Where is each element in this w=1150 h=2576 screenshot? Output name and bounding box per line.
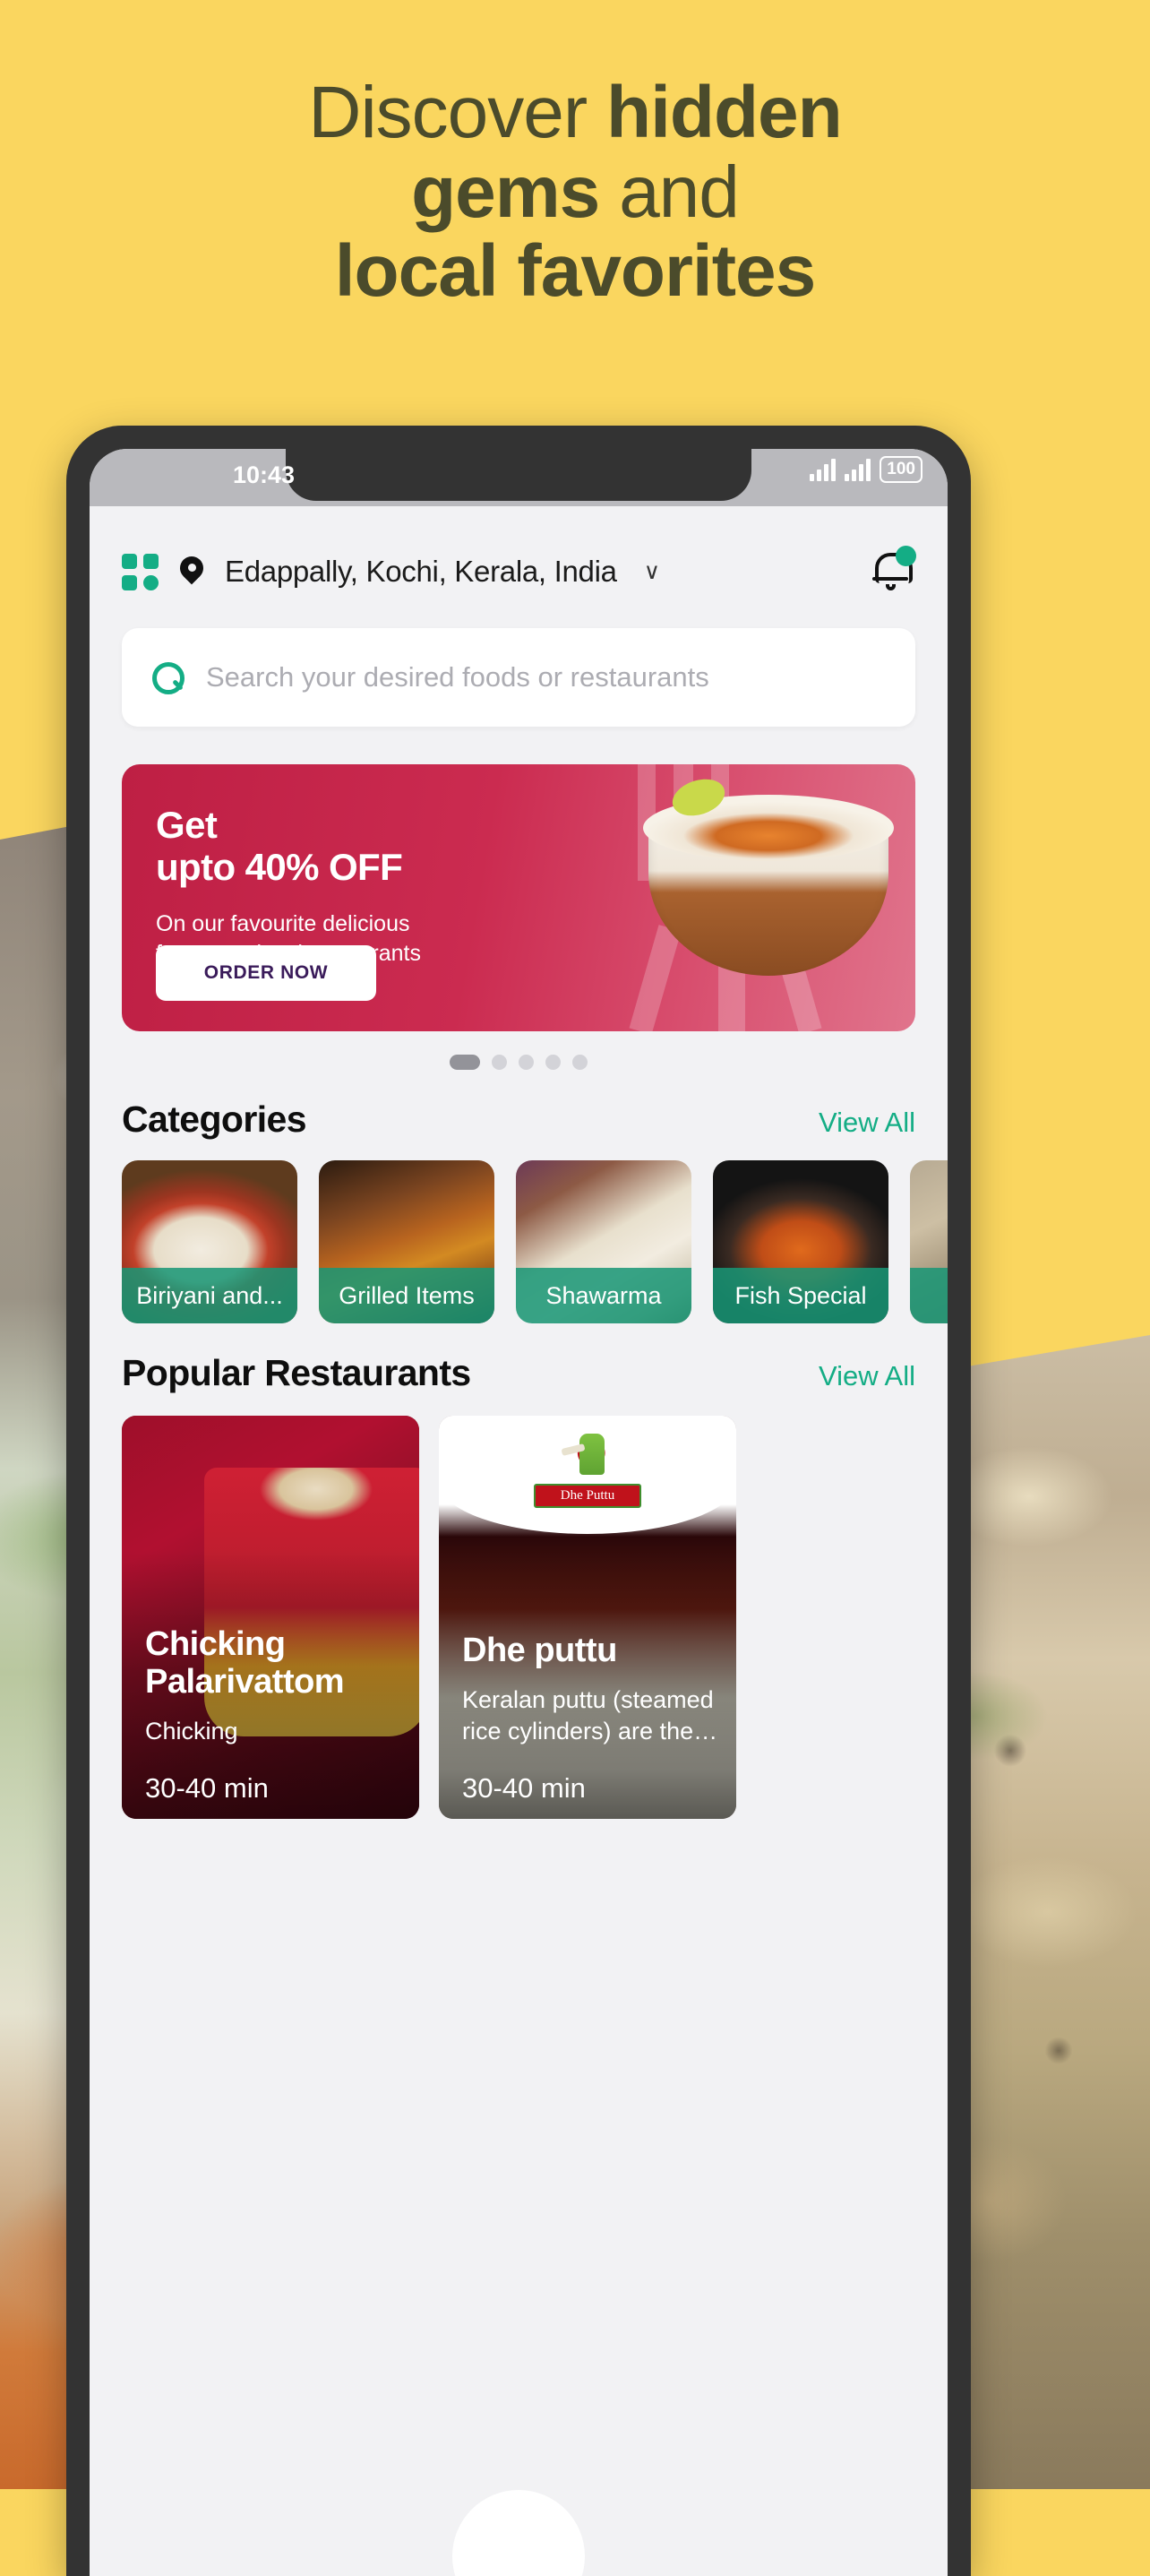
headline-line-1-regular: Discover — [308, 72, 606, 153]
status-bar-time: 10:43 — [233, 461, 296, 488]
restaurant-card[interactable]: Chicking Palarivattom Chicking 30-40 min — [122, 1416, 419, 1819]
restaurants-title: Popular Restaurants — [122, 1352, 471, 1393]
search-input[interactable]: Search your desired foods or restaurants — [206, 661, 709, 694]
phone-notch — [286, 449, 751, 501]
category-card[interactable]: Grilled Items — [319, 1160, 494, 1323]
carousel-dots[interactable] — [90, 1055, 948, 1070]
category-card[interactable]: Biriyani and... — [122, 1160, 297, 1323]
notification-badge-dot — [896, 546, 916, 566]
dhe-puttu-logo: Dhe Puttu — [534, 1428, 641, 1508]
phone-mockup: 10:43 100 Edappally, Kochi, Kerala, Indi… — [66, 426, 1084, 2576]
promo-headline: Discover hidden gems and local favorites — [0, 73, 1150, 312]
headline-line-2-regular: and — [599, 151, 740, 233]
restaurants-list[interactable]: Chicking Palarivattom Chicking 30-40 min… — [90, 1416, 948, 1819]
location-label[interactable]: Edappally, Kochi, Kerala, India — [225, 555, 617, 589]
category-label: Biriyani and... — [122, 1268, 297, 1323]
restaurant-delivery-time: 30-40 min — [462, 1772, 586, 1804]
restaurant-name: Chicking Palarivattom — [145, 1624, 345, 1702]
categories-title: Categories — [122, 1098, 307, 1140]
banner-title-line-2: upto 40% OFF — [156, 846, 403, 889]
headline-line-1: Discover hidden — [0, 73, 1150, 153]
notification-button[interactable] — [867, 546, 916, 596]
restaurant-description: Chicking — [145, 1717, 238, 1745]
carousel-dot[interactable] — [545, 1055, 561, 1070]
status-bar: 10:43 100 — [90, 449, 948, 506]
categories-list[interactable]: Biriyani and... Grilled Items Shawarma F… — [90, 1160, 948, 1323]
restaurant-delivery-time: 30-40 min — [145, 1772, 269, 1804]
headline-line-2: gems and — [0, 151, 1150, 233]
category-label: Grilled Items — [319, 1268, 494, 1323]
carousel-dot[interactable] — [492, 1055, 507, 1070]
banner-text-block: Get upto 40% OFF On our favourite delici… — [156, 804, 421, 969]
chevron-down-icon[interactable]: ∨ — [644, 558, 660, 585]
restaurant-description: Keralan puttu (steamed rice cylinders) a… — [462, 1685, 714, 1745]
location-pin-icon — [180, 556, 203, 587]
restaurant-text-block: Chicking Palarivattom Chicking — [145, 1625, 403, 1747]
search-bar[interactable]: Search your desired foods or restaurants — [122, 628, 915, 727]
signal-bars-icon-secondary — [845, 458, 871, 481]
banner-subtitle-line-1: On our favourite delicious — [156, 911, 410, 937]
status-bar-indicators: 100 — [810, 456, 923, 483]
category-label: Start — [910, 1268, 948, 1323]
restaurant-text-block: Dhe puttu Keralan puttu (steamed rice cy… — [462, 1632, 720, 1747]
restaurant-logo-text: Dhe Puttu — [534, 1484, 641, 1508]
signal-bars-icon — [810, 458, 837, 481]
category-card[interactable]: Fish Special — [713, 1160, 888, 1323]
categories-section-header: Categories View All — [90, 1070, 948, 1160]
headline-line-1-bold: hidden — [605, 72, 843, 153]
restaurants-section-header: Popular Restaurants View All — [90, 1323, 948, 1414]
headline-line-3-bold: local favorites — [334, 230, 816, 313]
banner-title-line-1: Get — [156, 804, 218, 846]
category-label: Shawarma — [516, 1268, 691, 1323]
carousel-dot[interactable] — [519, 1055, 534, 1070]
order-now-button[interactable]: ORDER NOW — [156, 945, 376, 1001]
category-card[interactable]: Shawarma — [516, 1160, 691, 1323]
restaurants-view-all-link[interactable]: View All — [819, 1360, 915, 1392]
grid-menu-icon[interactable] — [122, 553, 159, 590]
carousel-dot[interactable] — [572, 1055, 588, 1070]
category-card[interactable]: Start — [910, 1160, 948, 1323]
carousel-dot-active[interactable] — [450, 1055, 480, 1070]
categories-view-all-link[interactable]: View All — [819, 1107, 915, 1139]
phone-screen: 10:43 100 Edappally, Kochi, Kerala, Indi… — [90, 449, 948, 2576]
category-label: Fish Special — [713, 1268, 888, 1323]
chef-mascot-icon — [556, 1428, 619, 1482]
home-indicator — [452, 2490, 585, 2576]
restaurant-card[interactable]: Dhe Puttu Dhe puttu Keralan puttu (steam… — [439, 1416, 736, 1819]
restaurant-name: Dhe puttu — [462, 1632, 617, 1670]
headline-line-2-bold: gems — [411, 151, 600, 233]
promo-banner[interactable]: Get upto 40% OFF On our favourite delici… — [122, 764, 915, 1031]
phone-frame: 10:43 100 Edappally, Kochi, Kerala, Indi… — [66, 426, 971, 2576]
search-icon — [152, 662, 185, 694]
app-header: Edappally, Kochi, Kerala, India ∨ — [90, 506, 948, 623]
battery-icon: 100 — [880, 456, 923, 483]
headline-line-3: local favorites — [0, 230, 1150, 313]
